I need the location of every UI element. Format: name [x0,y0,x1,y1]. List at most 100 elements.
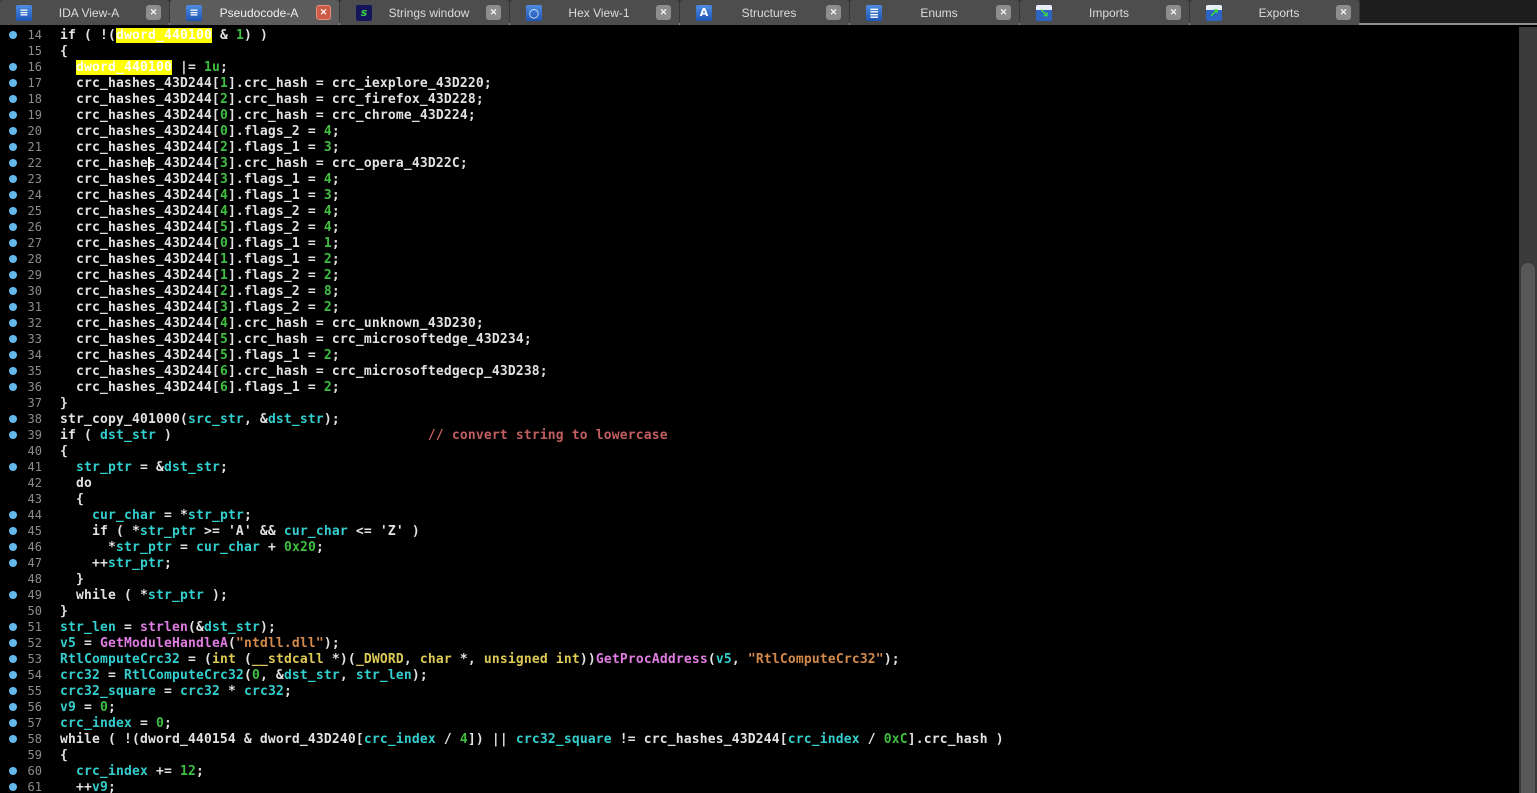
tab-strings-window[interactable]: sStrings window✕ [340,0,509,25]
code-line[interactable]: 44 cur_char = *str_ptr; [0,507,1519,523]
code-line[interactable]: 61 ++v9; [0,779,1519,793]
close-icon[interactable]: ✕ [826,5,841,20]
breakpoint-gutter[interactable] [0,539,20,555]
close-icon[interactable]: ✕ [1166,5,1181,20]
code-line[interactable]: 45 if ( *str_ptr >= 'A' && cur_char <= '… [0,523,1519,539]
breakpoint-gutter[interactable] [0,379,20,395]
code-line[interactable]: 53RtlComputeCrc32 = (int (__stdcall *)(_… [0,651,1519,667]
code-line[interactable]: 36 crc_hashes_43D244[6].flags_1 = 2; [0,379,1519,395]
breakpoint-gutter[interactable] [0,43,20,59]
breakpoint-dot[interactable] [9,463,17,471]
breakpoint-gutter[interactable] [0,251,20,267]
code-line[interactable]: 31 crc_hashes_43D244[3].flags_2 = 2; [0,299,1519,315]
breakpoint-gutter[interactable] [0,683,20,699]
code-line[interactable]: 42 do [0,475,1519,491]
breakpoint-dot[interactable] [9,735,17,743]
breakpoint-dot[interactable] [9,335,17,343]
breakpoint-dot[interactable] [9,31,17,39]
code-line[interactable]: 16 dword_440100 |= 1u; [0,59,1519,75]
close-icon[interactable]: ✕ [316,5,331,20]
breakpoint-gutter[interactable] [0,619,20,635]
code-line[interactable]: 60 crc_index += 12; [0,763,1519,779]
breakpoint-gutter[interactable] [0,667,20,683]
code-line[interactable]: 43 { [0,491,1519,507]
breakpoint-gutter[interactable] [0,443,20,459]
code-line[interactable]: 24 crc_hashes_43D244[4].flags_1 = 3; [0,187,1519,203]
breakpoint-dot[interactable] [9,143,17,151]
code-line[interactable]: 57crc_index = 0; [0,715,1519,731]
breakpoint-dot[interactable] [9,351,17,359]
breakpoint-dot[interactable] [9,559,17,567]
tab-pseudocode-a[interactable]: ≡Pseudocode-A✕ [170,0,339,25]
code-line[interactable]: 22 crc_hashes_43D244[3].crc_hash = crc_o… [0,155,1519,171]
breakpoint-gutter[interactable] [0,107,20,123]
breakpoint-gutter[interactable] [0,171,20,187]
code-line[interactable]: 29 crc_hashes_43D244[1].flags_2 = 2; [0,267,1519,283]
code-line[interactable]: 39if ( dst_str ) // convert string to lo… [0,427,1519,443]
breakpoint-dot[interactable] [9,527,17,535]
breakpoint-gutter[interactable] [0,507,20,523]
close-icon[interactable]: ✕ [996,5,1011,20]
code-line[interactable]: 18 crc_hashes_43D244[2].crc_hash = crc_f… [0,91,1519,107]
breakpoint-dot[interactable] [9,703,17,711]
tab-structures[interactable]: AStructures✕ [680,0,849,25]
breakpoint-gutter[interactable] [0,715,20,731]
breakpoint-dot[interactable] [9,255,17,263]
code-line[interactable]: 26 crc_hashes_43D244[5].flags_2 = 4; [0,219,1519,235]
code-line[interactable]: 28 crc_hashes_43D244[1].flags_1 = 2; [0,251,1519,267]
code-line[interactable]: 14if ( !(dword_440100 & 1) ) [0,27,1519,43]
breakpoint-dot[interactable] [9,767,17,775]
breakpoint-gutter[interactable] [0,331,20,347]
code-line[interactable]: 48 } [0,571,1519,587]
breakpoint-dot[interactable] [9,719,17,727]
breakpoint-dot[interactable] [9,319,17,327]
breakpoint-gutter[interactable] [0,363,20,379]
tab-exports[interactable]: ↗Exports✕ [1190,0,1359,25]
breakpoint-dot[interactable] [9,543,17,551]
breakpoint-gutter[interactable] [0,459,20,475]
code-line[interactable]: 59{ [0,747,1519,763]
breakpoint-dot[interactable] [9,207,17,215]
breakpoint-gutter[interactable] [0,347,20,363]
breakpoint-gutter[interactable] [0,267,20,283]
breakpoint-dot[interactable] [9,127,17,135]
code-line[interactable]: 54crc32 = RtlComputeCrc32(0, &dst_str, s… [0,667,1519,683]
breakpoint-gutter[interactable] [0,299,20,315]
breakpoint-dot[interactable] [9,79,17,87]
breakpoint-dot[interactable] [9,591,17,599]
breakpoint-gutter[interactable] [0,587,20,603]
code-line[interactable]: 47 ++str_ptr; [0,555,1519,571]
breakpoint-gutter[interactable] [0,731,20,747]
breakpoint-dot[interactable] [9,367,17,375]
breakpoint-gutter[interactable] [0,27,20,43]
code-line[interactable]: 32 crc_hashes_43D244[4].crc_hash = crc_u… [0,315,1519,331]
breakpoint-dot[interactable] [9,159,17,167]
breakpoint-gutter[interactable] [0,523,20,539]
code-line[interactable]: 37} [0,395,1519,411]
close-icon[interactable]: ✕ [146,5,161,20]
breakpoint-dot[interactable] [9,639,17,647]
breakpoint-gutter[interactable] [0,427,20,443]
code-line[interactable]: 15{ [0,43,1519,59]
tab-ida-view-a[interactable]: ≡IDA View-A✕ [0,0,169,25]
breakpoint-gutter[interactable] [0,395,20,411]
breakpoint-gutter[interactable] [0,203,20,219]
code-line[interactable]: 55crc32_square = crc32 * crc32; [0,683,1519,699]
breakpoint-dot[interactable] [9,111,17,119]
breakpoint-dot[interactable] [9,271,17,279]
breakpoint-gutter[interactable] [0,187,20,203]
breakpoint-gutter[interactable] [0,603,20,619]
code-line[interactable]: 41 str_ptr = &dst_str; [0,459,1519,475]
close-icon[interactable]: ✕ [486,5,501,20]
breakpoint-gutter[interactable] [0,571,20,587]
breakpoint-dot[interactable] [9,623,17,631]
breakpoint-dot[interactable] [9,415,17,423]
code-line[interactable]: 21 crc_hashes_43D244[2].flags_1 = 3; [0,139,1519,155]
code-line[interactable]: 35 crc_hashes_43D244[6].crc_hash = crc_m… [0,363,1519,379]
breakpoint-dot[interactable] [9,511,17,519]
breakpoint-dot[interactable] [9,303,17,311]
tab-hex-view-1[interactable]: ○Hex View-1✕ [510,0,679,25]
breakpoint-gutter[interactable] [0,475,20,491]
breakpoint-dot[interactable] [9,655,17,663]
breakpoint-dot[interactable] [9,287,17,295]
